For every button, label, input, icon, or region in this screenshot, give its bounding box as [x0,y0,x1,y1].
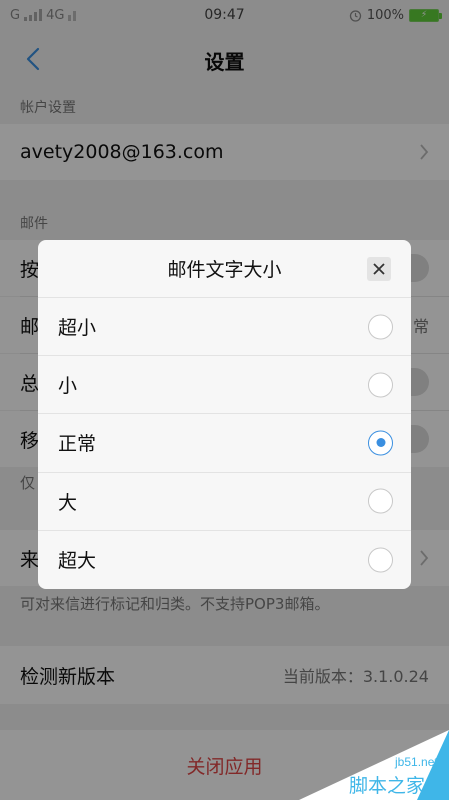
radio-button[interactable] [368,314,393,340]
dialog-title: 邮件文字大小 [167,259,282,281]
radio-button[interactable] [368,488,393,514]
option-label: 超大 [58,550,97,573]
watermark-brand: 脚本之家 [349,775,425,797]
radio-button[interactable] [368,547,393,573]
option-small[interactable]: 小 [38,356,411,415]
dialog-close-button[interactable] [367,257,391,281]
option-extra-small[interactable]: 超小 [38,298,411,357]
option-large[interactable]: 大 [38,473,411,531]
option-label: 正常 [58,433,97,456]
dialog-header: 邮件文字大小 [38,240,411,298]
radio-button[interactable] [368,372,393,398]
option-label: 小 [58,375,78,398]
option-label: 大 [58,491,78,514]
watermark-domain: jb51.net [394,755,438,769]
option-label: 超小 [58,317,97,340]
close-icon [373,263,385,275]
option-extra-large[interactable]: 超大 [38,531,411,589]
radio-button-selected[interactable] [368,430,393,456]
watermark-logo: jb51.net 脚本之家 [299,730,449,800]
option-normal[interactable]: 正常 [38,414,411,473]
font-size-dialog: 邮件文字大小 超小 小 正常 大 超大 [38,240,411,589]
